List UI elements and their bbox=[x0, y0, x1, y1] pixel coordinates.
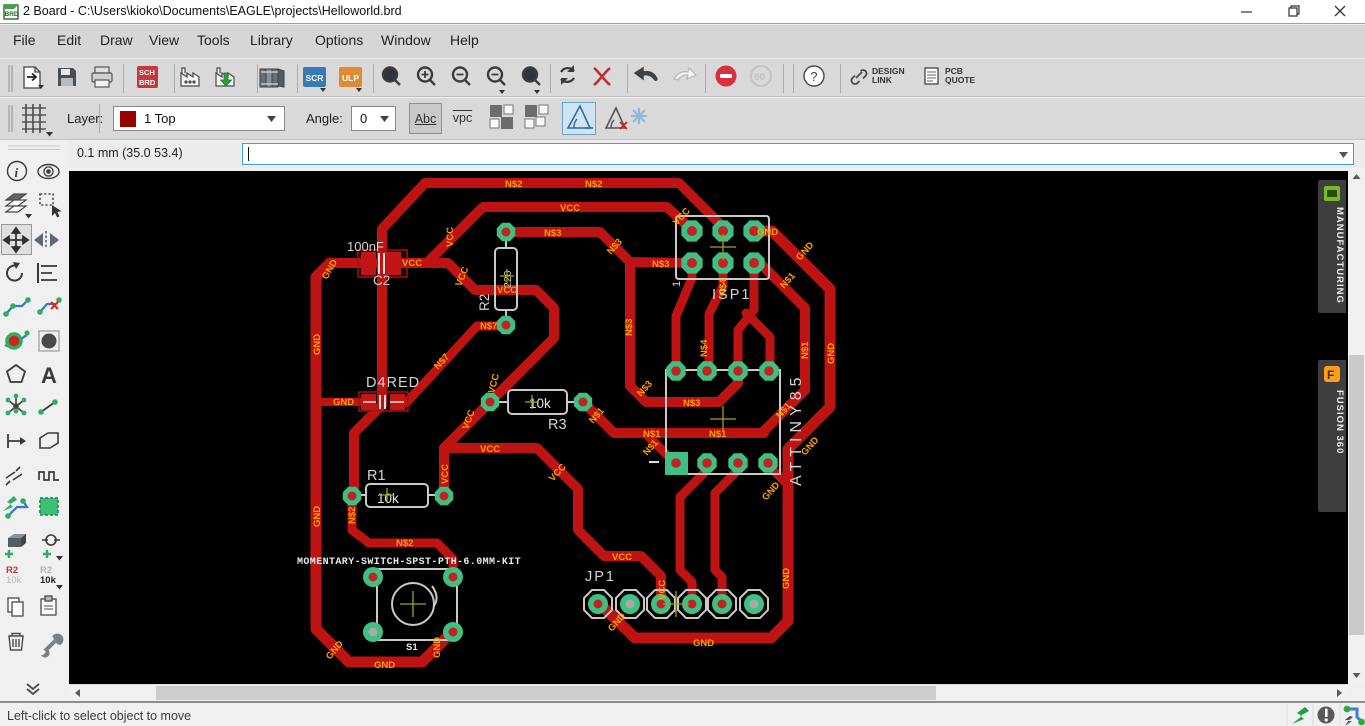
svg-text:220: 220 bbox=[502, 270, 514, 288]
svg-text:N$2: N$2 bbox=[347, 507, 358, 524]
svg-text:VCC: VCC bbox=[560, 203, 580, 214]
svg-text:VCC: VCC bbox=[445, 227, 456, 247]
svg-text:GND: GND bbox=[693, 638, 714, 649]
svg-text:FUSION 360: FUSION 360 bbox=[1334, 390, 1345, 454]
svg-text:N$1: N$1 bbox=[709, 429, 727, 440]
svg-text:100nF: 100nF bbox=[347, 239, 384, 254]
svg-text:N$3: N$3 bbox=[683, 398, 700, 409]
svg-text:ULP: ULP bbox=[342, 73, 359, 83]
svg-text:D4RED: D4RED bbox=[366, 375, 420, 391]
svg-text:SCR: SCR bbox=[306, 73, 324, 83]
svg-text:N$3: N$3 bbox=[624, 319, 635, 336]
svg-text:GND: GND bbox=[312, 334, 323, 355]
svg-text:N$3: N$3 bbox=[544, 228, 561, 239]
svg-text:N$7: N$7 bbox=[480, 321, 497, 332]
svg-text:JP1: JP1 bbox=[585, 569, 616, 585]
svg-text:GND: GND bbox=[757, 227, 778, 238]
svg-text:GND: GND bbox=[826, 343, 837, 364]
svg-text:N$2: N$2 bbox=[396, 538, 413, 549]
svg-text:N$4: N$4 bbox=[699, 339, 710, 357]
svg-text:VCC: VCC bbox=[402, 258, 422, 269]
svg-text:MOMENTARY-SWITCH-SPST-PTH-6.0M: MOMENTARY-SWITCH-SPST-PTH-6.0MM-KIT bbox=[297, 557, 521, 568]
svg-text:GND: GND bbox=[333, 397, 354, 408]
svg-text:N$3: N$3 bbox=[652, 259, 669, 270]
svg-text:VCC: VCC bbox=[440, 464, 451, 484]
svg-text:VCC: VCC bbox=[657, 580, 668, 600]
svg-text:A: A bbox=[41, 363, 57, 388]
svg-text:N$1: N$1 bbox=[800, 341, 811, 359]
svg-text:C2: C2 bbox=[373, 273, 390, 288]
svg-text:GND: GND bbox=[374, 660, 395, 671]
svg-text:60: 60 bbox=[754, 72, 766, 83]
svg-text:VCC: VCC bbox=[480, 444, 500, 455]
svg-text:R3: R3 bbox=[548, 417, 567, 433]
svg-text:ATTINY85: ATTINY85 bbox=[788, 373, 805, 487]
svg-text:F: F bbox=[1327, 368, 1334, 382]
svg-text:GND: GND bbox=[781, 568, 792, 589]
svg-text:BRD: BRD bbox=[139, 78, 156, 87]
svg-text:BRD: BRD bbox=[5, 11, 19, 18]
svg-text:R2: R2 bbox=[477, 294, 492, 311]
svg-text:SCH: SCH bbox=[139, 68, 155, 77]
svg-text:10k: 10k bbox=[40, 575, 57, 586]
svg-text:MANUFACTURING: MANUFACTURING bbox=[1334, 207, 1345, 304]
svg-text:?: ? bbox=[811, 70, 818, 84]
svg-text:N$2: N$2 bbox=[505, 179, 522, 190]
svg-text:GND: GND bbox=[312, 506, 323, 527]
svg-text:GND: GND bbox=[760, 480, 782, 503]
svg-text:10k: 10k bbox=[6, 575, 22, 586]
svg-text:ISP1: ISP1 bbox=[712, 287, 751, 303]
svg-text:R1: R1 bbox=[367, 468, 386, 484]
svg-text:10k: 10k bbox=[377, 491, 399, 506]
svg-text:GND: GND bbox=[432, 637, 443, 658]
svg-text:N$2: N$2 bbox=[585, 179, 602, 190]
svg-text:S1: S1 bbox=[406, 642, 418, 653]
svg-text:GND: GND bbox=[794, 240, 816, 263]
svg-text:1: 1 bbox=[671, 281, 683, 287]
svg-text:QUOTE: QUOTE bbox=[945, 75, 976, 85]
svg-text:i: i bbox=[15, 165, 19, 180]
svg-text:VCC: VCC bbox=[612, 552, 632, 563]
svg-text:LINK: LINK bbox=[872, 75, 893, 85]
